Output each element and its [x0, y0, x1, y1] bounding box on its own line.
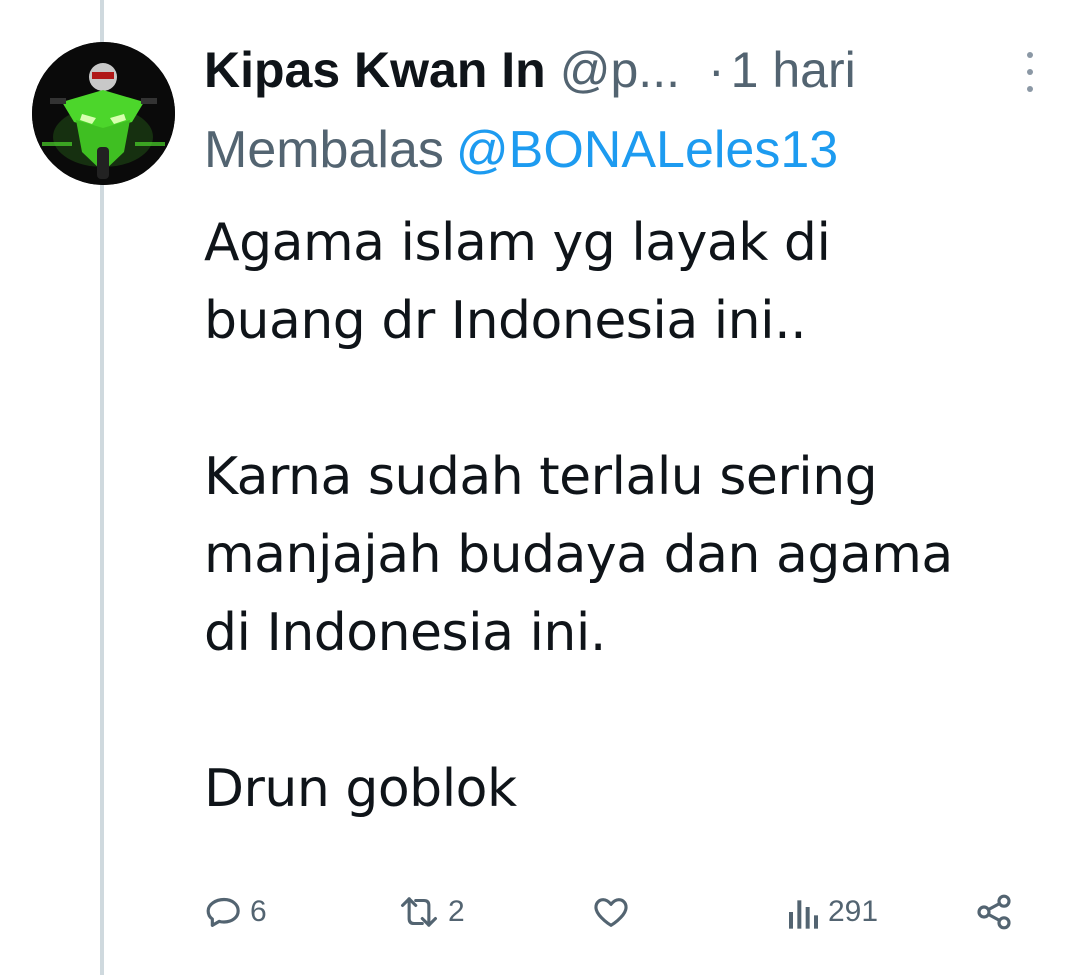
replying-to: Membalas @BONALeles13	[204, 120, 838, 180]
replying-to-label: Membalas	[204, 121, 444, 179]
display-name[interactable]: Kipas Kwan In	[204, 41, 546, 99]
more-vertical-icon[interactable]	[1018, 52, 1042, 92]
reply-mention-link[interactable]: @BONALeles13	[456, 121, 838, 179]
reply-icon	[206, 897, 240, 927]
separator-dot: ·	[707, 42, 725, 98]
motorcycle-avatar-icon	[32, 42, 175, 185]
retweet-button[interactable]: 2	[396, 888, 465, 936]
views-icon	[789, 900, 818, 929]
views-button[interactable]: 291	[786, 888, 878, 936]
like-button[interactable]	[590, 888, 632, 936]
views-count: 291	[828, 895, 879, 928]
action-bar: 6 2 291	[0, 888, 1080, 936]
reply-count: 6	[250, 895, 267, 928]
share-icon	[977, 894, 1011, 930]
user-handle[interactable]: @p...	[560, 41, 680, 99]
heart-icon	[594, 898, 628, 927]
share-button[interactable]	[974, 888, 1014, 936]
retweet-icon	[401, 897, 437, 927]
avatar[interactable]	[32, 42, 175, 185]
reply-button[interactable]: 6	[204, 888, 267, 936]
timestamp[interactable]: 1 hari	[731, 41, 856, 99]
tweet-header: Kipas Kwan In @p... · 1 hari	[204, 38, 1054, 102]
retweet-count: 2	[448, 895, 465, 928]
tweet-text: Agama islam yg layak di buang dr Indones…	[204, 213, 953, 819]
